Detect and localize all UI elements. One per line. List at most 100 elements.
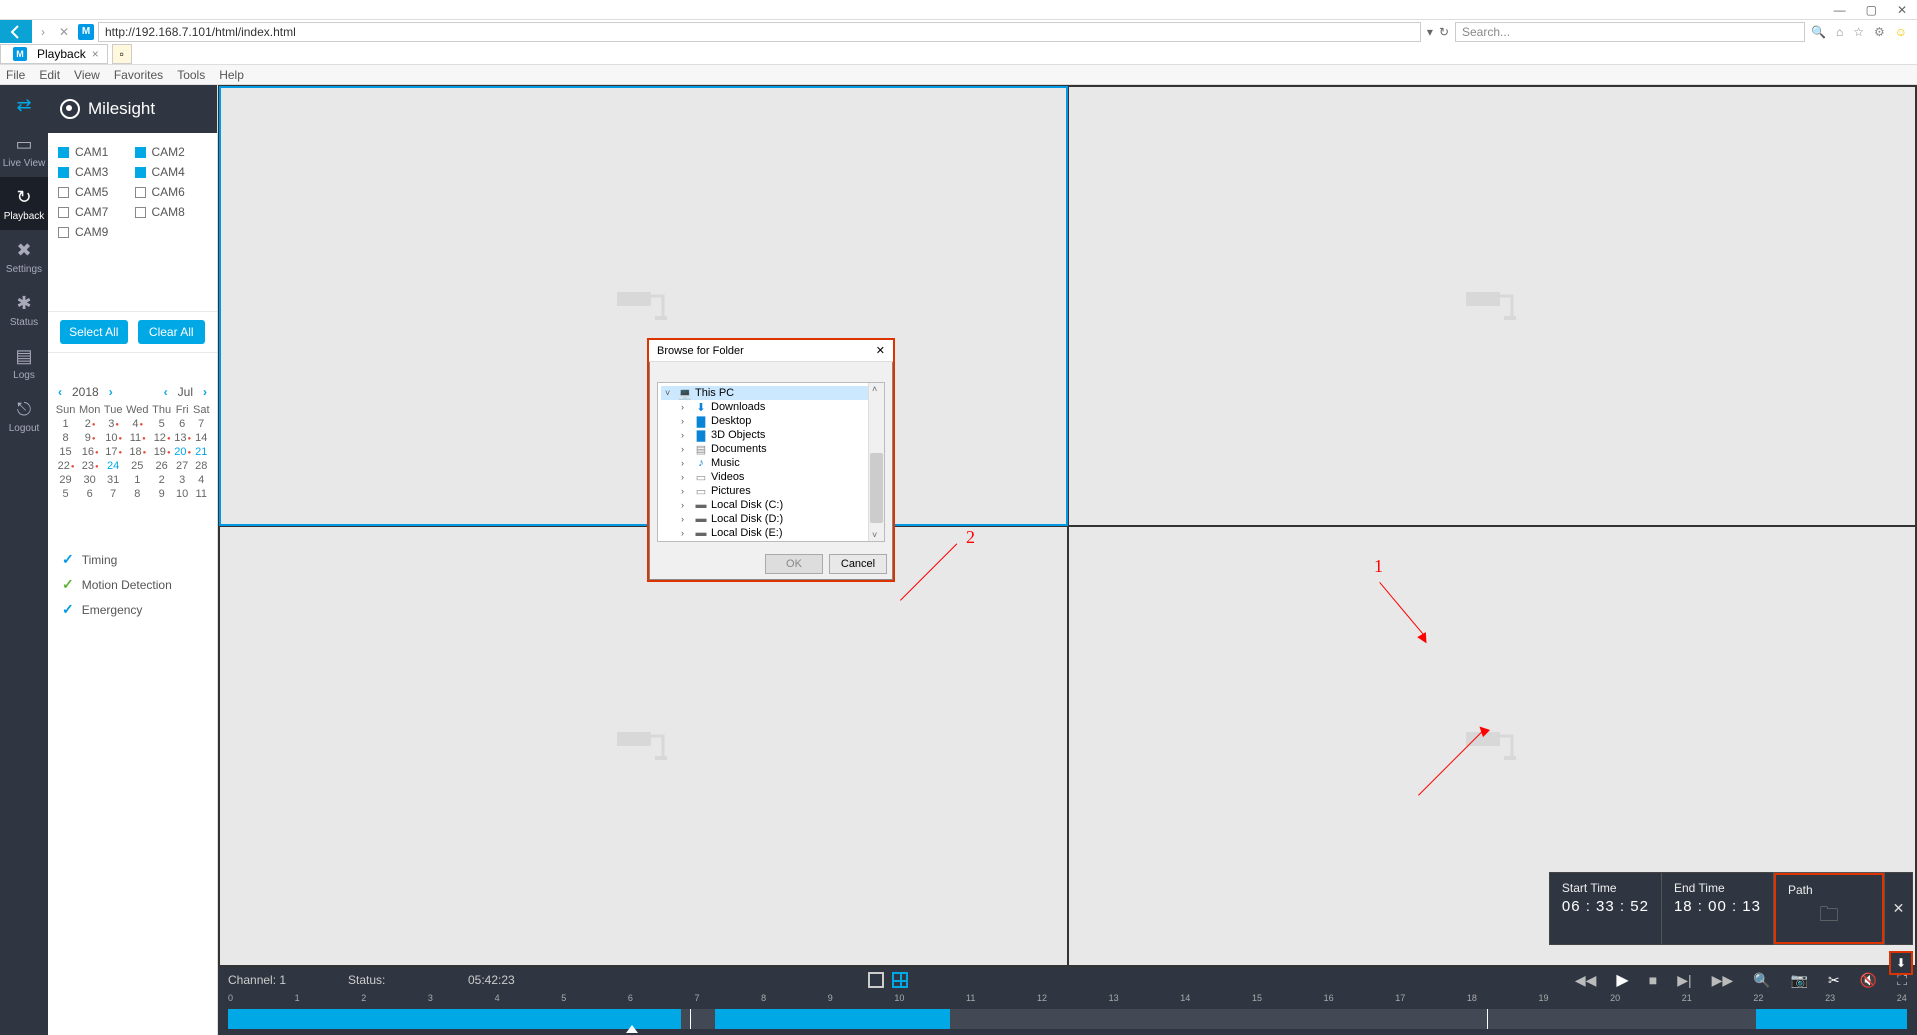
calendar-day[interactable]: 10: [173, 487, 192, 501]
checkbox-icon[interactable]: [58, 187, 69, 198]
stop-icon[interactable]: ■: [1649, 972, 1657, 988]
stop-icon[interactable]: ✕: [54, 25, 74, 39]
audio-icon[interactable]: 🔇: [1860, 972, 1877, 989]
calendar-day[interactable]: 7: [102, 487, 124, 501]
checkbox-icon[interactable]: [135, 167, 146, 178]
back-button[interactable]: [0, 20, 32, 43]
calendar-day[interactable]: 25: [124, 459, 150, 473]
gear-icon[interactable]: ⚙: [1874, 25, 1885, 39]
camera-item[interactable]: CAM7: [58, 205, 131, 219]
folder-tree[interactable]: ˅💻This PC›⬇Downloads›▇Desktop›▇3D Object…: [657, 382, 885, 542]
menu-edit[interactable]: Edit: [39, 68, 60, 82]
calendar-day[interactable]: 24: [102, 459, 124, 473]
video-cell-2[interactable]: [1069, 87, 1916, 525]
tree-node[interactable]: ˅💻This PC: [661, 386, 881, 400]
step-icon[interactable]: ▶|: [1677, 972, 1691, 989]
month-next-icon[interactable]: ›: [203, 385, 207, 399]
calendar-day[interactable]: 28: [191, 459, 211, 473]
calendar-day[interactable]: 18: [124, 445, 150, 459]
calendar-day[interactable]: 3: [102, 417, 124, 431]
calendar-day[interactable]: 10: [102, 431, 124, 445]
expand-icon[interactable]: ›: [681, 402, 691, 412]
url-bar[interactable]: http://192.168.7.101/html/index.html: [98, 22, 1421, 42]
calendar-day[interactable]: 2: [150, 473, 172, 487]
menu-favorites[interactable]: Favorites: [114, 68, 163, 82]
calendar-day[interactable]: 27: [173, 459, 192, 473]
scroll-up-icon[interactable]: ˄: [872, 384, 877, 394]
dialog-close-icon[interactable]: ✕: [876, 344, 885, 357]
camera-item[interactable]: CAM9: [58, 225, 131, 239]
rail-settings[interactable]: ✖Settings: [0, 230, 48, 283]
calendar-day[interactable]: 13: [173, 431, 192, 445]
ok-button[interactable]: OK: [765, 554, 823, 574]
expand-icon[interactable]: ›: [681, 444, 691, 454]
menu-file[interactable]: File: [6, 68, 25, 82]
tree-node[interactable]: ›▭Videos: [661, 470, 881, 484]
camera-item[interactable]: CAM5: [58, 185, 131, 199]
rail-playback[interactable]: ↻Playback: [0, 177, 48, 230]
month-prev-icon[interactable]: ‹: [164, 385, 168, 399]
calendar-day[interactable]: 30: [77, 473, 102, 487]
year-next-icon[interactable]: ›: [109, 385, 113, 399]
camera-item[interactable]: CAM4: [135, 165, 208, 179]
expand-icon[interactable]: ›: [681, 500, 691, 510]
cut-icon[interactable]: ✂: [1828, 972, 1840, 989]
new-tab-button[interactable]: ▫: [112, 44, 132, 64]
rail-swap[interactable]: ⇄: [0, 85, 48, 124]
calendar-day[interactable]: 23: [77, 459, 102, 473]
tree-node[interactable]: ›▭Pictures: [661, 484, 881, 498]
calendar-day[interactable]: 17: [102, 445, 124, 459]
refresh-icon[interactable]: ↻: [1439, 25, 1449, 39]
checkbox-icon[interactable]: [135, 187, 146, 198]
menu-view[interactable]: View: [74, 68, 100, 82]
snapshot-icon[interactable]: 📷: [1791, 972, 1808, 989]
dropdown-icon[interactable]: ▾: [1427, 25, 1433, 39]
home-icon[interactable]: ⌂: [1836, 25, 1843, 39]
calendar-day[interactable]: 1: [124, 473, 150, 487]
tree-node[interactable]: ›▇Desktop: [661, 414, 881, 428]
year-prev-icon[interactable]: ‹: [58, 385, 62, 399]
calendar-day[interactable]: 16: [77, 445, 102, 459]
clear-all-button[interactable]: Clear All: [138, 320, 206, 344]
expand-icon[interactable]: ›: [681, 486, 691, 496]
expand-icon[interactable]: ›: [681, 416, 691, 426]
calendar-day[interactable]: 11: [191, 487, 211, 501]
scroll-down-icon[interactable]: ˅: [872, 530, 877, 540]
tree-node[interactable]: ›▬Local Disk (D:): [661, 512, 881, 526]
window-maximize-icon[interactable]: ▢: [1866, 3, 1877, 17]
play-icon[interactable]: ▶: [1616, 970, 1628, 990]
checkbox-icon[interactable]: [58, 147, 69, 158]
layout-single-icon[interactable]: [868, 972, 884, 988]
calendar-day[interactable]: 20: [173, 445, 192, 459]
calendar-day[interactable]: 5: [150, 417, 172, 431]
expand-icon[interactable]: ›: [681, 514, 691, 524]
rail-logout[interactable]: ⎋Logout: [0, 389, 48, 442]
download-close-button[interactable]: ✕: [1884, 873, 1912, 944]
tree-node[interactable]: ›▤Documents: [661, 442, 881, 456]
calendar-day[interactable]: 6: [173, 417, 192, 431]
checkbox-icon[interactable]: [58, 207, 69, 218]
camera-item[interactable]: CAM3: [58, 165, 131, 179]
download-path-button[interactable]: Path 🗀: [1774, 873, 1884, 944]
tree-node[interactable]: ›♪Music: [661, 456, 881, 470]
cancel-button[interactable]: Cancel: [829, 554, 887, 574]
forward-icon[interactable]: ▶▶: [1712, 972, 1734, 989]
calendar-day[interactable]: 8: [124, 487, 150, 501]
calendar-day[interactable]: 6: [77, 487, 102, 501]
rewind-icon[interactable]: ◀◀: [1575, 972, 1597, 989]
calendar-day[interactable]: 2: [77, 417, 102, 431]
search-input[interactable]: Search...: [1455, 22, 1805, 42]
calendar-day[interactable]: 31: [102, 473, 124, 487]
timeline-track[interactable]: [228, 1009, 1907, 1029]
timeline-playhead-icon[interactable]: [626, 1025, 638, 1033]
expand-icon[interactable]: ›: [681, 528, 691, 538]
select-all-button[interactable]: Select All: [60, 320, 128, 344]
video-cell-3[interactable]: [220, 527, 1067, 965]
menu-tools[interactable]: Tools: [177, 68, 205, 82]
tree-node[interactable]: ›▬Local Disk (E:): [661, 526, 881, 540]
window-close-icon[interactable]: ✕: [1897, 3, 1907, 17]
expand-icon[interactable]: ›: [681, 458, 691, 468]
calendar-day[interactable]: 1: [54, 417, 77, 431]
camera-item[interactable]: CAM2: [135, 145, 208, 159]
expand-icon[interactable]: ›: [681, 430, 691, 440]
